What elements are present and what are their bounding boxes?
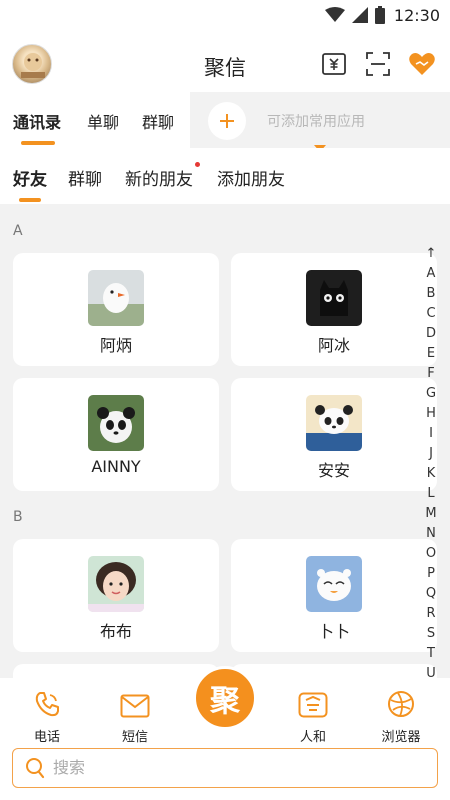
tab-groups[interactable]: 群聊 [68,165,102,190]
nav-phone[interactable]: 电话 [12,686,82,745]
contact-list: A 阿炳 阿冰 AINNY 安安 B 布布 卜卜 [0,204,450,678]
status-bar: 12:30 [0,0,450,30]
tab-new-friends[interactable]: 新的朋友 [125,165,193,190]
contact-card[interactable]: 阿冰 [231,253,437,366]
contact-avatar [88,395,144,451]
tab-group-chat[interactable]: 群聊 [142,109,174,133]
index-letter[interactable]: I [421,424,441,444]
contact-card[interactable]: 安安 [231,378,437,491]
section-header-a: A [13,223,23,239]
app-header: 聚信 [0,30,450,92]
nav-label: 短信 [121,730,148,745]
contact-card[interactable]: AINNY [13,378,219,491]
signal-icon [351,7,368,23]
new-friends-badge [195,162,200,167]
battery-icon [374,6,385,24]
contact-name: AINNY [91,457,141,476]
contact-tabs: 好友 群聊 新的朋友 添加朋友 [0,148,450,204]
contact-avatar [306,556,362,612]
nav-renhe[interactable]: 人和 [278,686,348,745]
index-letter[interactable]: F [421,364,441,384]
contact-avatar [306,270,362,326]
contact-card[interactable]: 卜卜 [231,539,437,652]
index-letter[interactable]: U [421,664,441,678]
index-letter[interactable]: ↑ [421,244,441,264]
plus-icon [220,114,234,128]
renhe-icon [298,692,328,718]
heart-handshake-icon [409,53,435,75]
contact-avatar [88,556,144,612]
search-bar [12,748,438,788]
juxin-center-button[interactable]: 聚 [193,666,257,730]
scan-button[interactable] [364,50,392,78]
scan-icon [366,52,390,76]
contact-name: 阿炳 [99,336,132,355]
index-letter[interactable]: N [421,524,441,544]
contact-name: 卜卜 [317,622,350,641]
index-letter[interactable]: L [421,484,441,504]
nav-sms[interactable]: 短信 [100,686,170,745]
contact-card[interactable] [13,664,219,678]
tab-contacts[interactable]: 通讯录 [13,109,61,133]
index-letter[interactable]: J [421,444,441,464]
bottom-nav: 电话 短信 聚 人和 浏览器 [0,666,450,800]
quick-app-area: 可添加常用应用 [190,92,450,152]
index-letter[interactable]: Q [421,584,441,604]
index-letter[interactable]: H [421,404,441,424]
index-letter[interactable]: M [421,504,441,524]
index-letter[interactable]: S [421,624,441,644]
nav-label: 电话 [33,730,60,745]
index-letter[interactable]: O [421,544,441,564]
active-tab-indicator [19,198,41,202]
handshake-button[interactable] [408,50,436,78]
tab-friends[interactable]: 好友 [13,165,47,190]
index-letter[interactable]: E [421,344,441,364]
contact-name: 阿冰 [317,336,350,355]
contact-name: 安安 [317,461,350,480]
nav-label: 浏览器 [381,730,421,745]
tab-add-friend[interactable]: 添加朋友 [217,165,285,190]
primary-tabs: 通讯录 单聊 群聊 可添加常用应用 [0,92,450,152]
add-app-hint: 可添加常用应用 [267,114,365,130]
search-input[interactable] [53,749,423,786]
globe-icon [388,691,414,717]
contact-card[interactable] [231,664,437,678]
contact-avatar [306,395,362,451]
wallet-button[interactable] [320,50,348,78]
index-letter[interactable]: A [421,264,441,284]
wifi-icon [324,7,345,22]
add-app-button[interactable] [208,102,246,140]
contact-card[interactable]: 阿炳 [13,253,219,366]
tab-single-chat[interactable]: 单聊 [87,109,119,133]
index-letter[interactable]: G [421,384,441,404]
primary-tab-group: 通讯录 单聊 群聊 [0,92,190,148]
index-letter[interactable]: R [421,604,441,624]
active-tab-indicator [21,141,55,145]
alphabet-index-bar[interactable]: ↑ A B C D E F G H I J K L M N O P Q R S T U [421,244,441,678]
index-letter[interactable]: P [421,564,441,584]
index-letter[interactable]: T [421,644,441,664]
contact-avatar [88,270,144,326]
section-header-b: B [13,509,23,525]
index-letter[interactable]: B [421,284,441,304]
index-letter[interactable]: K [421,464,441,484]
contact-name: 布布 [99,622,132,641]
search-icon [26,758,45,779]
contact-card[interactable]: 布布 [13,539,219,652]
nav-label: 人和 [299,730,326,745]
index-letter[interactable]: D [421,324,441,344]
nav-browser[interactable]: 浏览器 [366,686,436,745]
mail-icon [120,694,150,718]
phone-icon [35,692,59,717]
yuan-wallet-icon [322,53,346,75]
index-letter[interactable]: C [421,304,441,324]
status-time: 12:30 [393,5,440,25]
